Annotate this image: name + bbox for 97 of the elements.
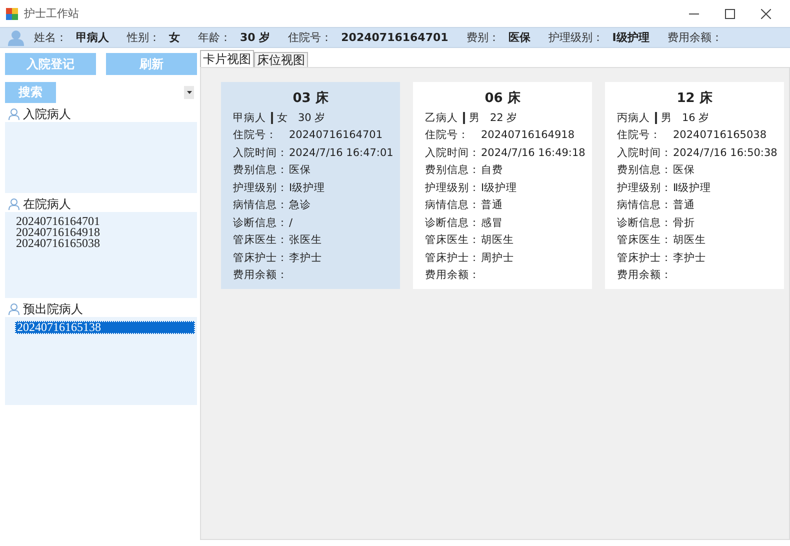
tab[interactable]: 床位视图	[254, 52, 308, 67]
field-value: 李护士	[289, 250, 322, 265]
field-label: 管床护士：	[425, 250, 481, 265]
field-value: Ⅰ级护理	[612, 30, 650, 45]
bed-card[interactable]: 12 床 丙病人 男 16 岁 住院号： 20240716165038 入院时间：2024/7/16 16:50:38 费别信息：医保 护理级别：Ⅱ级护理 病情信息：普通 诊断信息：骨折 管床医生：胡医生 管床护士：李护士 费用余额：	[605, 82, 784, 289]
field-label: 费别信息：	[617, 163, 673, 178]
field-label: 护理级别：	[425, 180, 481, 195]
field-value: Ⅱ级护理	[673, 180, 712, 195]
group-title: 在院病人	[23, 196, 71, 212]
field-label: 入院时间：	[233, 146, 289, 160]
group-title: 预出院病人	[23, 300, 83, 318]
bed-card[interactable]: 03 床 甲病人 女 30 岁 住院号： 20240716164701 入院时间：2024/7/16 16:47:01 费别信息：医保 护理级别：Ⅰ级护理 病情信息：急诊 诊断信息：/ 管床医生：张医生 管床护士：李护士 费用余额：	[221, 82, 400, 289]
window-title: 护士工作站	[24, 6, 80, 21]
field-label: 入院时间：	[617, 146, 673, 160]
field-value: 李护士	[673, 250, 706, 265]
field-label: 诊断信息：	[233, 216, 289, 230]
field-value: 2024/7/16 16:49:18	[481, 146, 586, 159]
field-value: 急诊	[289, 198, 311, 212]
field-label: 管床医生：	[617, 233, 673, 248]
field-label: 住院号：	[288, 30, 332, 45]
patient-name: 乙病人	[425, 110, 458, 125]
field-value: 2024/7/16 16:50:38	[673, 146, 778, 159]
close-icon[interactable]	[761, 8, 771, 18]
field-label: 管床医生：	[425, 233, 481, 248]
field-label: 住院号：	[617, 128, 662, 142]
field-label: 护理级别：	[548, 30, 604, 45]
user-icon	[8, 30, 24, 46]
field-value: 医保	[508, 30, 530, 45]
bed-number: 12 床	[676, 90, 714, 107]
field-value: 20240716165038	[673, 129, 767, 142]
field-label: 管床医生：	[233, 233, 289, 248]
field-value: 胡医生	[481, 233, 514, 248]
field-label: 病情信息：	[425, 198, 481, 212]
field-label: 诊断信息：	[617, 216, 673, 230]
maximize-icon[interactable]	[725, 8, 735, 18]
field-label: 管床护士：	[233, 250, 289, 265]
field-label: 费用余额：	[233, 268, 289, 282]
person-icon	[8, 198, 20, 210]
field-label: 姓名：	[34, 30, 67, 45]
field-value: 2024/7/16 16:47:01	[289, 146, 394, 159]
field-value: Ⅰ级护理	[289, 180, 326, 195]
field-value: 普通	[481, 198, 503, 212]
patient-gender: 女	[277, 110, 288, 125]
person-icon	[8, 303, 20, 315]
field-value: 医保	[289, 163, 311, 178]
patient-gender: 男	[661, 110, 672, 125]
field-value: 胡医生	[673, 233, 706, 248]
field-label: 费用余额：	[667, 30, 722, 45]
patient-age: 22 岁	[490, 110, 518, 125]
field-value: 医保	[673, 163, 695, 178]
field-label: 住院号：	[233, 128, 278, 142]
field-label: 病情信息：	[233, 198, 289, 212]
field-value: 骨折	[673, 216, 695, 230]
field-value: 感冒	[481, 216, 503, 230]
patient-age: 16 岁	[682, 110, 710, 125]
field-label: 住院号：	[425, 128, 470, 142]
field-value: 20240716164701	[289, 129, 383, 142]
field-label: 入院时间：	[425, 146, 481, 160]
field-label: 费别信息：	[425, 163, 481, 178]
field-label: 护理级别：	[617, 180, 673, 195]
field-label: 费别：	[466, 30, 500, 45]
group-title: 入院病人	[23, 106, 71, 122]
tab[interactable]: 卡片视图	[200, 50, 254, 67]
field-value: 20240716164701	[341, 31, 448, 44]
field-value: 30 岁	[240, 30, 270, 45]
bed-number: 06 床	[484, 90, 522, 107]
bed-card[interactable]: 06 床 乙病人 男 22 岁 住院号： 20240716164918 入院时间：2024/7/16 16:49:18 费别信息：自费 护理级别：Ⅰ级护理 病情信息：普通 诊断信息：感冒 管床医生：胡医生 管床护士：周护士 费用余额：	[413, 82, 592, 289]
field-label: 管床护士：	[617, 250, 673, 265]
field-label: 费用余额：	[425, 268, 481, 282]
field-value: /	[289, 216, 293, 229]
field-label: 诊断信息：	[425, 216, 481, 230]
field-label: 年龄：	[198, 30, 231, 45]
field-label: 病情信息：	[617, 198, 673, 212]
patient-list-item[interactable]: 20240716165038	[15, 238, 101, 249]
patient-list-item[interactable]: 20240716165138	[15, 321, 195, 334]
app-icon	[6, 8, 18, 20]
patient-list-item[interactable]: 20240716164701	[15, 216, 101, 227]
patient-age: 30 岁	[298, 110, 326, 125]
field-value: 张医生	[289, 233, 322, 248]
field-value: 周护士	[481, 250, 514, 265]
field-value: 自费	[481, 163, 503, 178]
bed-number: 03 床	[292, 90, 330, 107]
patient-gender: 男	[469, 110, 480, 125]
patient-name: 甲病人	[233, 110, 266, 125]
field-label: 费别信息：	[233, 163, 289, 178]
field-value: 20240716164918	[481, 129, 575, 142]
field-value: 甲病人	[76, 30, 109, 45]
patient-list-item[interactable]: 20240716164918	[15, 227, 101, 238]
dropdown-icon	[186, 91, 192, 94]
person-icon	[8, 108, 20, 120]
field-value: Ⅰ级护理	[481, 180, 518, 195]
field-label: 性别：	[127, 30, 160, 45]
field-value: 女	[169, 30, 180, 45]
field-value: 普通	[673, 198, 695, 212]
patient-name: 丙病人	[617, 110, 650, 125]
field-label: 护理级别：	[233, 180, 289, 195]
field-label: 费用余额：	[617, 268, 673, 282]
